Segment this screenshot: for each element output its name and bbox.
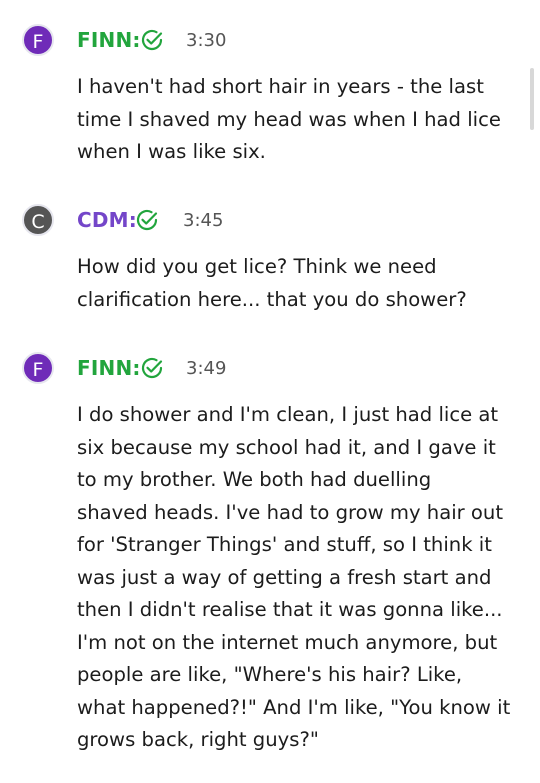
text-line: six because my school had it, and I gave… xyxy=(77,435,496,459)
text-line: people are like, "Where's his hair? Like… xyxy=(77,663,463,686)
timestamp: 3:49 xyxy=(186,358,227,379)
text-line: I haven't had short hair in years - the … xyxy=(77,75,484,98)
message-item: C CDM: 3:45 How did you get lice? Think … xyxy=(22,204,522,311)
speaker-name: FINN: xyxy=(77,28,141,52)
text-line: what happened?!" And I'm like, "You know… xyxy=(77,695,511,719)
message-header: F FINN: 3:49 xyxy=(22,352,522,386)
text-line: grows back, right guys?" xyxy=(77,728,319,751)
text-line: then I didn't realise that it was gonna … xyxy=(77,598,503,621)
text-line: clarification here... that you do shower… xyxy=(77,287,467,311)
avatar[interactable]: F xyxy=(22,352,54,384)
check-circle-icon xyxy=(141,29,163,51)
message-header: C CDM: 3:45 xyxy=(22,204,522,238)
message-text: How did you get lice? Think we need clar… xyxy=(77,251,522,316)
avatar[interactable]: F xyxy=(22,24,54,56)
text-line: I do shower and I'm clean, I just had li… xyxy=(77,403,499,426)
text-line: How did you get lice? Think we need xyxy=(77,255,437,278)
check-circle-icon xyxy=(136,209,158,231)
avatar[interactable]: C xyxy=(22,204,54,236)
text-line: to my brother. We both had duelling xyxy=(77,468,432,491)
speaker-name: CDM: xyxy=(77,208,137,232)
timestamp: 3:30 xyxy=(186,30,227,51)
message-item: F FINN: 3:49 I do shower and I'm clean, … xyxy=(22,352,522,751)
speaker-name: FINN: xyxy=(77,356,141,380)
text-line: time I shaved my head was when I had lic… xyxy=(77,107,501,131)
message-text: I do shower and I'm clean, I just had li… xyxy=(77,399,522,757)
scrollbar[interactable] xyxy=(530,68,534,130)
text-line: when I was like six. xyxy=(77,140,266,163)
text-line: shaved heads. I've had to grow my hair o… xyxy=(77,500,504,524)
text-line: I'm not on the internet much anymore, bu… xyxy=(77,630,498,654)
message-item: F FINN: 3:30 I haven't had short hair in… xyxy=(22,24,522,163)
check-circle-icon xyxy=(141,357,163,379)
message-header: F FINN: 3:30 xyxy=(22,24,522,58)
text-line: was just a way of getting a fresh start … xyxy=(77,565,492,589)
message-text: I haven't had short hair in years - the … xyxy=(77,71,522,169)
timestamp: 3:45 xyxy=(183,210,224,231)
text-line: for 'Stranger Things' and stuff, so I th… xyxy=(77,533,492,556)
